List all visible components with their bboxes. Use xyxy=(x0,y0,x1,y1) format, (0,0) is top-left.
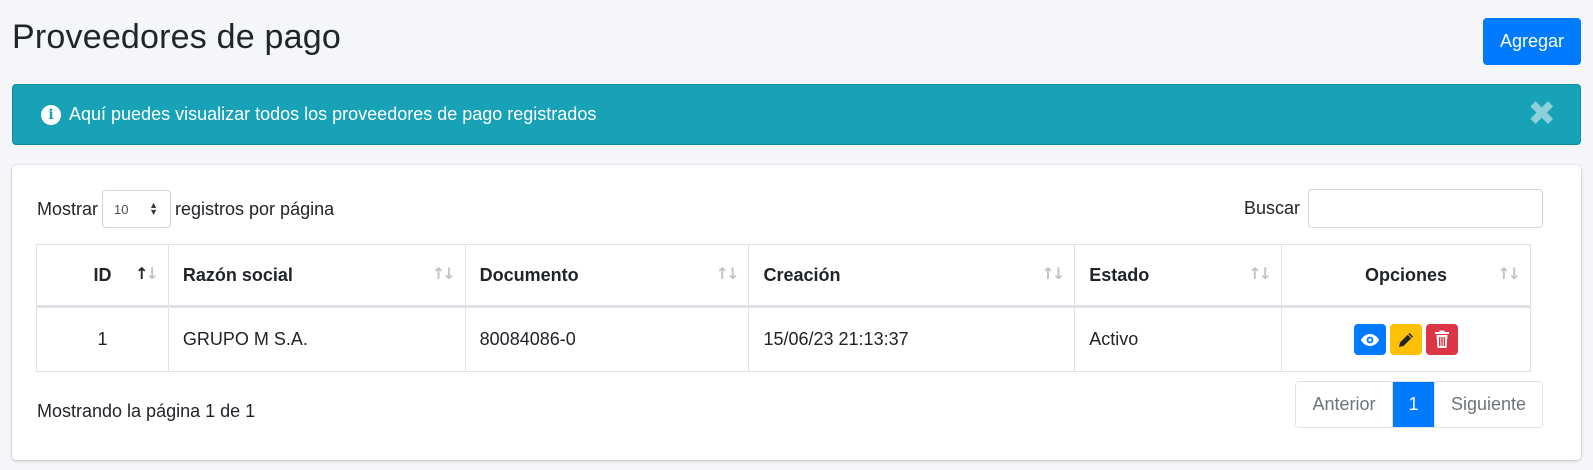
pagination-next[interactable]: Siguiente xyxy=(1434,382,1542,427)
info-circle-icon: i xyxy=(41,104,61,125)
sort-icon: ↑↓ xyxy=(1497,264,1521,283)
alert-message: Aquí puedes visualizar todos los proveed… xyxy=(69,104,597,124)
pagination-prev[interactable]: Anterior xyxy=(1296,382,1393,427)
column-header-creacion[interactable]: Creación ↑↓ xyxy=(748,244,1076,308)
sort-icon: ↑↓ xyxy=(1248,264,1272,283)
cell-id: 1 xyxy=(36,306,169,372)
row-actions xyxy=(1296,324,1516,355)
page-length-select[interactable]: 10 ▲ ▼ xyxy=(102,190,172,228)
table-row: 1 GRUPO M S.A. 80084086-0 15/06/23 21:13… xyxy=(36,306,1531,372)
column-header-estado[interactable]: Estado ↑↓ xyxy=(1074,244,1283,308)
cell-razon-social: GRUPO M S.A. xyxy=(167,306,466,372)
pencil-icon xyxy=(1399,332,1414,347)
delete-button[interactable] xyxy=(1426,324,1459,355)
table-header-row: ID ↑↓ Razón social ↑↓ Documento ↑↓ Creac… xyxy=(36,244,1531,308)
cell-estado: Activo xyxy=(1074,306,1283,372)
sort-icon: ↑↓ xyxy=(431,264,456,283)
sort-asc-icon: ↑↓ xyxy=(135,264,159,283)
add-button[interactable]: Agregar xyxy=(1483,18,1581,65)
length-prefix: Mostrar xyxy=(37,198,99,219)
column-header-documento[interactable]: Documento ↑↓ xyxy=(464,244,750,308)
select-arrows-icon: ▲ ▼ xyxy=(149,200,159,217)
sort-icon: ↑↓ xyxy=(1041,264,1065,283)
search-control: Buscar xyxy=(1244,189,1543,228)
providers-card: Mostrar 10 ▲ ▼ registros por página Busca… xyxy=(12,165,1581,460)
column-header-razon-social[interactable]: Razón social ↑↓ xyxy=(167,244,466,308)
cell-creacion: 15/06/23 21:13:37 xyxy=(748,306,1076,372)
view-button[interactable] xyxy=(1354,324,1387,355)
pagination-info: Mostrando la página 1 de 1 xyxy=(37,401,256,421)
pagination-page-1[interactable]: 1 xyxy=(1393,382,1434,427)
sort-icon: ↑↓ xyxy=(715,264,740,283)
cell-opciones xyxy=(1281,306,1531,372)
search-input[interactable] xyxy=(1308,189,1543,228)
length-suffix: registros por página xyxy=(175,198,335,219)
column-header-id[interactable]: ID ↑↓ xyxy=(36,244,169,308)
info-alert: i Aquí puedes visualizar todos los prove… xyxy=(12,84,1581,145)
page-title: Proveedores de pago xyxy=(12,18,341,56)
providers-table: ID ↑↓ Razón social ↑↓ Documento ↑↓ Creac… xyxy=(36,244,1531,372)
page-length-control: Mostrar 10 ▲ ▼ registros por página xyxy=(37,190,334,228)
close-icon[interactable]: ✖ xyxy=(1528,97,1557,131)
search-label: Buscar xyxy=(1243,198,1300,218)
page-length-value: 10 xyxy=(114,201,129,217)
cell-documento: 80084086-0 xyxy=(464,306,750,372)
trash-icon xyxy=(1435,330,1450,348)
column-header-opciones[interactable]: Opciones ↑↓ xyxy=(1281,244,1531,308)
edit-button[interactable] xyxy=(1390,324,1423,355)
eye-icon xyxy=(1361,333,1380,346)
pagination: Anterior 1 Siguiente xyxy=(1295,381,1543,428)
